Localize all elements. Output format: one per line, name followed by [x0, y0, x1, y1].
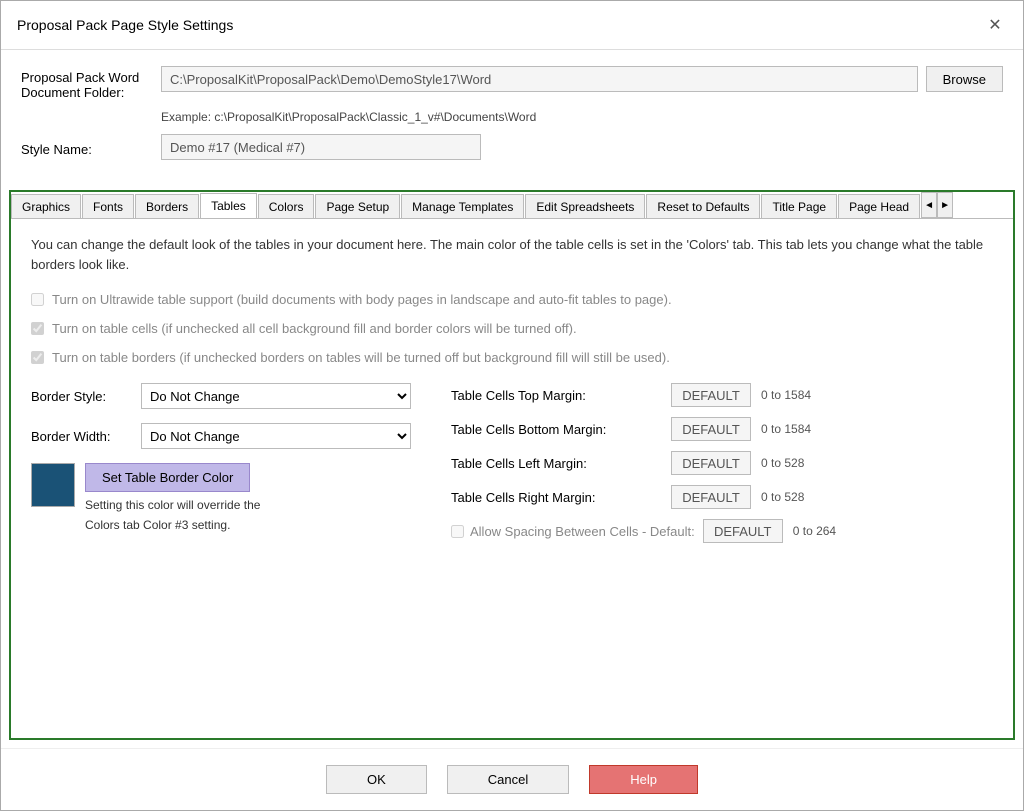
- tab-tables[interactable]: Tables: [200, 193, 257, 219]
- bottom-margin-label: Table Cells Bottom Margin:: [451, 422, 671, 437]
- tab-reset-to-defaults[interactable]: Reset to Defaults: [646, 194, 760, 219]
- tables-tab-content: You can change the default look of the t…: [11, 219, 1013, 738]
- left-settings: Border Style: Do Not Change Single Doubl…: [31, 383, 411, 543]
- color-btn-area: Set Table Border Color Setting this colo…: [85, 463, 260, 532]
- top-margin-label: Table Cells Top Margin:: [451, 388, 671, 403]
- spacing-range: 0 to 264: [793, 524, 836, 538]
- dialog-title: Proposal Pack Page Style Settings: [17, 17, 233, 33]
- tab-scroll-prev[interactable]: ◄: [921, 192, 937, 218]
- tab-manage-templates[interactable]: Manage Templates: [401, 194, 524, 219]
- close-button[interactable]: ✕: [983, 13, 1007, 37]
- border-width-label: Border Width:: [31, 429, 141, 444]
- bottom-margin-input[interactable]: [671, 417, 751, 441]
- border-style-select[interactable]: Do Not Change Single Double Dashed: [141, 383, 411, 409]
- bottom-margin-range: 0 to 1584: [761, 422, 811, 436]
- checkbox-ultrawide[interactable]: [31, 293, 44, 306]
- title-bar: Proposal Pack Page Style Settings ✕: [1, 1, 1023, 50]
- color-swatch[interactable]: [31, 463, 75, 507]
- tab-borders[interactable]: Borders: [135, 194, 199, 219]
- folder-row: Proposal Pack WordDocument Folder: Brows…: [21, 66, 1003, 100]
- cancel-button[interactable]: Cancel: [447, 765, 569, 794]
- right-margin-range: 0 to 528: [761, 490, 804, 504]
- right-margin-row: Table Cells Right Margin: 0 to 528: [451, 485, 993, 509]
- tab-page-setup[interactable]: Page Setup: [315, 194, 400, 219]
- right-margin-label: Table Cells Right Margin:: [451, 490, 671, 505]
- right-margin-input[interactable]: [671, 485, 751, 509]
- left-margin-range: 0 to 528: [761, 456, 804, 470]
- checkbox-ultrawide-label: Turn on Ultrawide table support (build d…: [52, 292, 672, 307]
- top-margin-input[interactable]: [671, 383, 751, 407]
- style-name-label: Style Name:: [21, 138, 161, 157]
- tab-page-head[interactable]: Page Head: [838, 194, 920, 219]
- spacing-label: Allow Spacing Between Cells - Default:: [470, 524, 695, 539]
- checkbox-cells-row: Turn on table cells (if unchecked all ce…: [31, 321, 993, 336]
- tab-title-page[interactable]: Title Page: [761, 194, 837, 219]
- form-area: Proposal Pack WordDocument Folder: Brows…: [1, 50, 1023, 190]
- tables-description: You can change the default look of the t…: [31, 235, 993, 274]
- left-margin-label: Table Cells Left Margin:: [451, 456, 671, 471]
- set-table-border-color-button[interactable]: Set Table Border Color: [85, 463, 250, 492]
- style-name-row: Style Name:: [21, 134, 1003, 160]
- border-width-select[interactable]: Do Not Change 0.5pt 1pt 1.5pt 2pt: [141, 423, 411, 449]
- tab-bar: Graphics Fonts Borders Tables Colors Pag…: [11, 192, 1013, 219]
- tab-fonts[interactable]: Fonts: [82, 194, 134, 219]
- checkbox-borders-label: Turn on table borders (if unchecked bord…: [52, 350, 670, 365]
- help-button[interactable]: Help: [589, 765, 698, 794]
- color-note-line2: Colors tab Color #3 setting.: [85, 518, 260, 532]
- tab-edit-spreadsheets[interactable]: Edit Spreadsheets: [525, 194, 645, 219]
- top-margin-row: Table Cells Top Margin: 0 to 1584: [451, 383, 993, 407]
- checkbox-spacing[interactable]: [451, 525, 464, 538]
- tab-scroll-next[interactable]: ►: [937, 192, 953, 218]
- folder-label: Proposal Pack WordDocument Folder:: [21, 66, 161, 100]
- folder-input[interactable]: [161, 66, 918, 92]
- style-name-input[interactable]: [161, 134, 481, 160]
- left-margin-input[interactable]: [671, 451, 751, 475]
- ok-button[interactable]: OK: [326, 765, 427, 794]
- checkbox-cells[interactable]: [31, 322, 44, 335]
- bottom-bar: OK Cancel Help: [1, 748, 1023, 810]
- checkbox-cells-label: Turn on table cells (if unchecked all ce…: [52, 321, 577, 336]
- color-note-line1: Setting this color will override the: [85, 498, 260, 512]
- bottom-margin-row: Table Cells Bottom Margin: 0 to 1584: [451, 417, 993, 441]
- spacing-input[interactable]: [703, 519, 783, 543]
- main-dialog: Proposal Pack Page Style Settings ✕ Prop…: [0, 0, 1024, 811]
- border-style-label: Border Style:: [31, 389, 141, 404]
- checkbox-ultrawide-row: Turn on Ultrawide table support (build d…: [31, 292, 993, 307]
- top-margin-range: 0 to 1584: [761, 388, 811, 402]
- browse-button[interactable]: Browse: [926, 66, 1003, 92]
- tabs-container: Graphics Fonts Borders Tables Colors Pag…: [9, 190, 1015, 740]
- spacing-row: Allow Spacing Between Cells - Default: 0 …: [451, 519, 993, 543]
- right-settings: Table Cells Top Margin: 0 to 1584 Table …: [451, 383, 993, 543]
- checkbox-borders[interactable]: [31, 351, 44, 364]
- border-width-row: Border Width: Do Not Change 0.5pt 1pt 1.…: [31, 423, 411, 449]
- tab-graphics[interactable]: Graphics: [11, 194, 81, 219]
- color-swatch-area: Set Table Border Color Setting this colo…: [31, 463, 411, 532]
- border-style-row: Border Style: Do Not Change Single Doubl…: [31, 383, 411, 409]
- example-text: Example: c:\ProposalKit\ProposalPack\Cla…: [161, 110, 1003, 124]
- settings-grid: Border Style: Do Not Change Single Doubl…: [31, 383, 993, 543]
- checkbox-borders-row: Turn on table borders (if unchecked bord…: [31, 350, 993, 365]
- tab-colors[interactable]: Colors: [258, 194, 315, 219]
- left-margin-row: Table Cells Left Margin: 0 to 528: [451, 451, 993, 475]
